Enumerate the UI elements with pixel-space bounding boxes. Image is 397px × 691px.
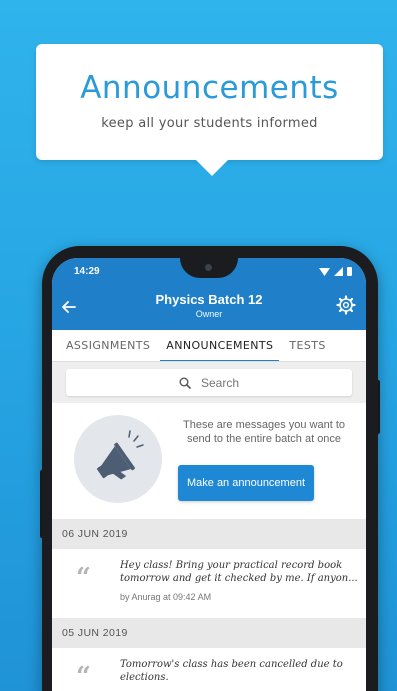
intro-description: These are messages you want to send to t… [182,419,346,445]
quote-icon: “ [76,563,91,593]
gear-icon[interactable] [332,295,356,320]
announcement-text-line: tomorrow and get it checked by me. If an… [120,573,358,584]
role-label: Owner [195,309,223,319]
quote-icon: “ [76,662,91,691]
batch-title: Physics Batch 12 [155,292,263,307]
announcement-text-line: elections. [120,672,169,683]
battery-icon [347,267,352,276]
make-announcement-button[interactable]: Make an announcement [178,465,314,501]
announcement-text: Hey class! Bring your practical record b… [120,559,362,585]
search-input[interactable]: Search [66,369,352,396]
callout-subtitle: keep all your students informed [101,116,318,131]
arrow-left-icon[interactable] [62,297,86,318]
announcement-text-line: Hey class! Bring your practical record b… [120,560,343,571]
callout-title: Announcements [80,70,339,106]
camera-icon [205,264,212,271]
announcement-item[interactable]: “ Tomorrow's class has been cancelled du… [52,648,366,691]
tab-assignments[interactable]: ASSIGNMENTS [66,330,150,361]
search-area: Search [52,362,366,403]
phone-screen: 14:29 Physics Batch 12 Owner ASSIGNMENTS… [52,258,366,691]
announcement-item[interactable]: “ Hey class! Bring your practical record… [52,549,366,618]
announcement-text-line: Tomorrow's class has been cancelled due … [120,659,343,670]
app-bar: Physics Batch 12 Owner [52,285,366,330]
callout-bubble: Announcements keep all your students inf… [36,44,383,176]
date-header: 06 JUN 2019 [52,519,366,549]
intro-section: These are messages you want to send to t… [52,403,366,519]
search-icon [179,377,191,389]
tab-tests[interactable]: TESTS [289,330,325,361]
announcement-meta: by Anurag at 09:42 AM [120,592,212,602]
wifi-icon [319,268,330,276]
status-icons [319,267,352,276]
tab-bar: ASSIGNMENTS ANNOUNCEMENTS TESTS [52,330,366,362]
status-time: 14:29 [74,266,100,277]
announcement-text: Tomorrow's class has been cancelled due … [120,658,362,684]
search-placeholder: Search [200,375,240,390]
megaphone-icon [96,430,144,480]
camera-notch [180,258,238,278]
date-header: 05 JUN 2019 [52,618,366,648]
app-bar-heading: Physics Batch 12 Owner [86,292,332,319]
signal-icon [334,267,343,276]
tab-announcements[interactable]: ANNOUNCEMENTS [160,330,280,361]
status-bar: 14:29 [52,258,366,285]
megaphone-illustration [74,415,162,503]
